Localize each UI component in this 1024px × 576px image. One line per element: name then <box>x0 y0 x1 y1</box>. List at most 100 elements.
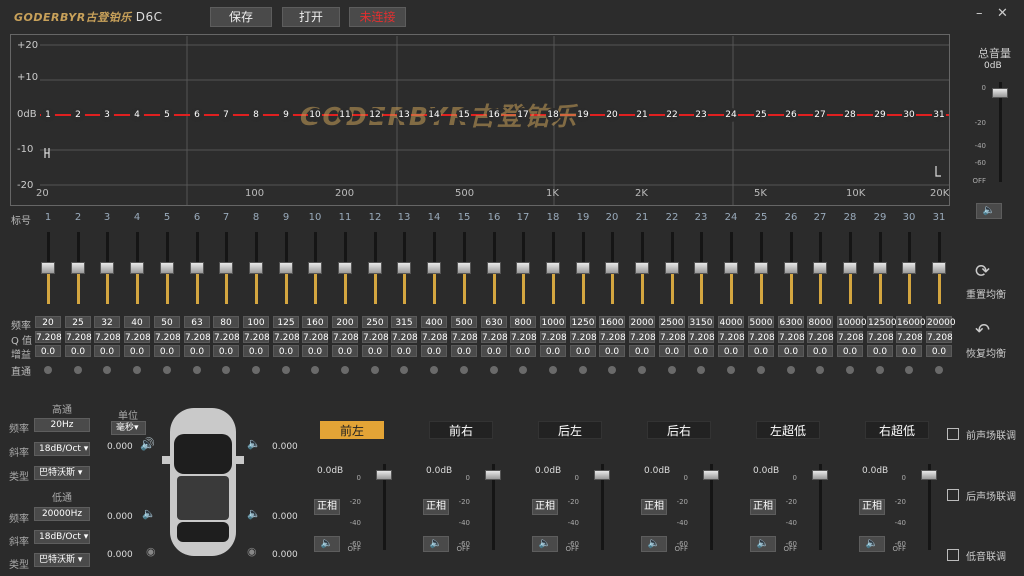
freq-cell[interactable]: 250 <box>362 316 388 328</box>
gain-cell[interactable]: 0.0 <box>273 345 299 357</box>
bypass-toggle[interactable] <box>935 366 943 374</box>
q-cell[interactable]: 7.208 <box>35 331 62 343</box>
q-cell[interactable]: 7.208 <box>748 331 775 343</box>
eq-point[interactable]: 25 <box>754 108 768 122</box>
slider-thumb[interactable] <box>279 262 293 274</box>
freq-cell[interactable]: 2000 <box>629 316 655 328</box>
q-cell[interactable]: 7.208 <box>807 331 834 343</box>
gain-cell[interactable]: 0.0 <box>659 345 685 357</box>
channel-tab[interactable]: 后右 <box>647 421 711 439</box>
q-cell[interactable]: 7.208 <box>510 331 537 343</box>
freq-cell[interactable]: 10000 <box>837 316 867 328</box>
slider-thumb[interactable] <box>665 262 679 274</box>
gain-cell[interactable]: 0.0 <box>213 345 239 357</box>
bypass-toggle[interactable] <box>816 366 824 374</box>
slider-thumb[interactable] <box>754 262 768 274</box>
eq-point[interactable]: 3 <box>100 108 114 122</box>
minimize-button[interactable]: – <box>976 6 983 21</box>
bypass-toggle[interactable] <box>44 366 52 374</box>
unit-select[interactable]: 毫秒▾ <box>111 421 146 435</box>
freq-cell[interactable]: 400 <box>421 316 447 328</box>
bypass-toggle[interactable] <box>787 366 795 374</box>
gain-cell[interactable]: 0.0 <box>688 345 714 357</box>
lp-freq-input[interactable]: 20000Hz <box>34 507 90 521</box>
slider-thumb[interactable] <box>694 262 708 274</box>
bypass-toggle[interactable] <box>163 366 171 374</box>
bypass-toggle[interactable] <box>193 366 201 374</box>
bypass-toggle[interactable] <box>74 366 82 374</box>
bypass-toggle[interactable] <box>757 366 765 374</box>
freq-cell[interactable]: 630 <box>481 316 507 328</box>
bypass-toggle[interactable] <box>282 366 290 374</box>
channel-volume-thumb[interactable] <box>703 470 719 480</box>
channel-volume-thumb[interactable] <box>921 470 937 480</box>
eq-point[interactable]: 29 <box>873 108 887 122</box>
speaker-rl-icon[interactable]: 🔈 <box>142 507 156 520</box>
gain-cell[interactable]: 0.0 <box>748 345 774 357</box>
bypass-toggle[interactable] <box>400 366 408 374</box>
slider-thumb[interactable] <box>457 262 471 274</box>
slider-thumb[interactable] <box>546 262 560 274</box>
freq-cell[interactable]: 2500 <box>659 316 685 328</box>
q-cell[interactable]: 7.208 <box>421 331 448 343</box>
delay-sub-left[interactable]: 0.000 <box>107 550 133 560</box>
bypass-toggle[interactable] <box>668 366 676 374</box>
front-link-checkbox[interactable] <box>947 428 959 440</box>
freq-cell[interactable]: 100 <box>243 316 269 328</box>
slider-thumb[interactable] <box>516 262 530 274</box>
eq-point[interactable]: 4 <box>130 108 144 122</box>
eq-point[interactable]: 9 <box>279 108 293 122</box>
delay-front-right[interactable]: 0.000 <box>272 442 298 452</box>
eq-point[interactable]: 16 <box>487 108 501 122</box>
speaker-fr-icon[interactable]: 🔈 <box>247 437 261 450</box>
hp-type-select[interactable]: 巴特沃斯 ▾ <box>34 466 90 480</box>
slider-thumb[interactable] <box>724 262 738 274</box>
slider-thumb[interactable] <box>784 262 798 274</box>
freq-cell[interactable]: 80 <box>213 316 239 328</box>
q-cell[interactable]: 7.208 <box>718 331 745 343</box>
slider-thumb[interactable] <box>100 262 114 274</box>
gain-cell[interactable]: 0.0 <box>599 345 625 357</box>
gain-cell[interactable]: 0.0 <box>510 345 536 357</box>
gain-cell[interactable]: 0.0 <box>35 345 61 357</box>
speaker-fl-icon[interactable]: 🔊 <box>140 437 155 451</box>
rear-link-checkbox[interactable] <box>947 489 959 501</box>
q-cell[interactable]: 7.208 <box>867 331 894 343</box>
eq-point[interactable]: 2 <box>71 108 85 122</box>
freq-cell[interactable]: 20000 <box>926 316 956 328</box>
slider-thumb[interactable] <box>576 262 590 274</box>
q-cell[interactable]: 7.208 <box>659 331 686 343</box>
slider-thumb[interactable] <box>249 262 263 274</box>
phase-button[interactable]: 正相 <box>859 499 885 515</box>
q-cell[interactable]: 7.208 <box>213 331 240 343</box>
q-cell[interactable]: 7.208 <box>94 331 121 343</box>
bypass-toggle[interactable] <box>905 366 913 374</box>
slider-thumb[interactable] <box>605 262 619 274</box>
freq-cell[interactable]: 16000 <box>896 316 926 328</box>
freq-cell[interactable]: 1250 <box>570 316 596 328</box>
freq-cell[interactable]: 63 <box>184 316 210 328</box>
gain-cell[interactable]: 0.0 <box>481 345 507 357</box>
bypass-toggle[interactable] <box>103 366 111 374</box>
eq-point[interactable]: 11 <box>338 108 352 122</box>
gain-cell[interactable]: 0.0 <box>124 345 150 357</box>
q-cell[interactable]: 7.208 <box>451 331 478 343</box>
eq-point[interactable]: 30 <box>902 108 916 122</box>
eq-point[interactable]: 17 <box>516 108 530 122</box>
freq-cell[interactable]: 3150 <box>688 316 714 328</box>
gain-cell[interactable]: 0.0 <box>362 345 388 357</box>
undo-icon[interactable]: ↶ <box>975 320 990 341</box>
bypass-toggle[interactable] <box>579 366 587 374</box>
freq-cell[interactable]: 500 <box>451 316 477 328</box>
delay-rear-left[interactable]: 0.000 <box>107 512 133 522</box>
delay-front-left[interactable]: 0.000 <box>107 442 133 452</box>
freq-cell[interactable]: 32 <box>94 316 120 328</box>
bypass-toggle[interactable] <box>638 366 646 374</box>
eq-point[interactable]: 31 <box>932 108 946 122</box>
gain-cell[interactable]: 0.0 <box>65 345 91 357</box>
phase-button[interactable]: 正相 <box>423 499 449 515</box>
freq-cell[interactable]: 5000 <box>748 316 774 328</box>
lp-type-select[interactable]: 巴特沃斯 ▾ <box>34 553 90 567</box>
bypass-toggle[interactable] <box>341 366 349 374</box>
eq-point[interactable]: 6 <box>190 108 204 122</box>
